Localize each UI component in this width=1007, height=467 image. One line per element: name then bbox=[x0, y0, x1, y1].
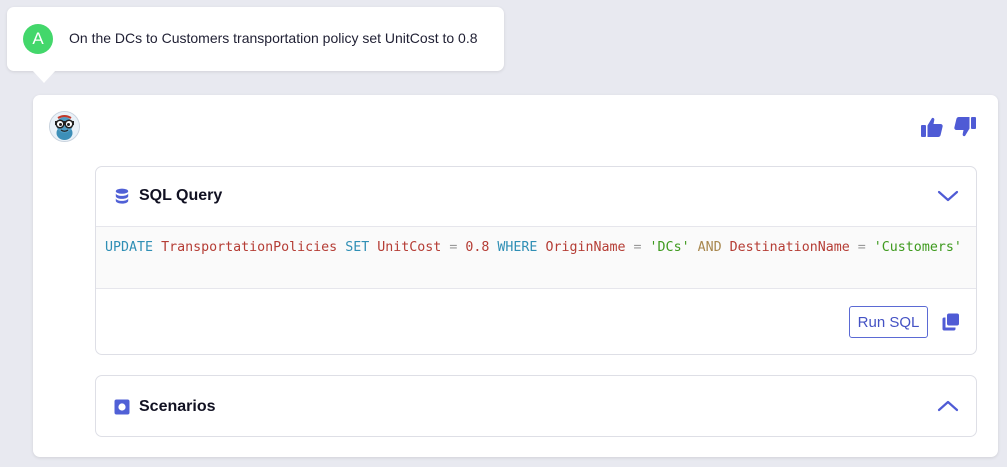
sql-operator: = bbox=[857, 240, 866, 255]
user-message-bubble: A On the DCs to Customers transportation… bbox=[7, 7, 504, 83]
database-icon bbox=[114, 188, 130, 204]
chevron-up-icon[interactable] bbox=[937, 398, 959, 414]
bubble-tail bbox=[32, 70, 56, 83]
thumbs-up-icon[interactable] bbox=[920, 115, 944, 139]
run-sql-button[interactable]: Run SQL bbox=[849, 306, 928, 338]
bot-avatar-icon bbox=[49, 111, 80, 142]
sql-query-header[interactable]: SQL Query bbox=[96, 167, 976, 226]
sql-column: DestinationName bbox=[729, 240, 850, 255]
scenarios-title: Scenarios bbox=[139, 398, 216, 415]
sql-keyword: AND bbox=[697, 240, 722, 255]
sql-column: UnitCost bbox=[377, 240, 442, 255]
scenarios-header[interactable]: Scenarios bbox=[96, 376, 976, 435]
sql-string: 'DCs' bbox=[649, 240, 690, 255]
user-message-text: On the DCs to Customers transportation p… bbox=[69, 30, 478, 46]
thumbs-down-icon[interactable] bbox=[953, 115, 977, 139]
chevron-down-icon[interactable] bbox=[937, 188, 959, 204]
sql-table-name: TransportationPolicies bbox=[161, 240, 338, 255]
sql-operator: = bbox=[449, 240, 458, 255]
user-avatar: A bbox=[23, 24, 53, 54]
sql-keyword: SET bbox=[345, 240, 370, 255]
sql-keyword: WHERE bbox=[497, 240, 538, 255]
sql-query-panel: SQL Query UPDATE TransportationPolicies … bbox=[95, 166, 977, 355]
copy-icon[interactable] bbox=[941, 312, 961, 332]
sql-column: OriginName bbox=[545, 240, 626, 255]
feedback-controls bbox=[920, 115, 977, 139]
sql-code-block: UPDATE TransportationPolicies SET UnitCo… bbox=[96, 226, 976, 289]
sql-query-title: SQL Query bbox=[139, 187, 223, 204]
assistant-response-card: SQL Query UPDATE TransportationPolicies … bbox=[33, 95, 998, 457]
scenarios-icon bbox=[114, 399, 130, 415]
sql-keyword: UPDATE bbox=[105, 240, 154, 255]
sql-number: 0.8 bbox=[465, 240, 490, 255]
sql-operator: = bbox=[633, 240, 642, 255]
scenarios-panel: Scenarios bbox=[95, 375, 977, 437]
sql-string: 'Customers' bbox=[873, 240, 962, 255]
